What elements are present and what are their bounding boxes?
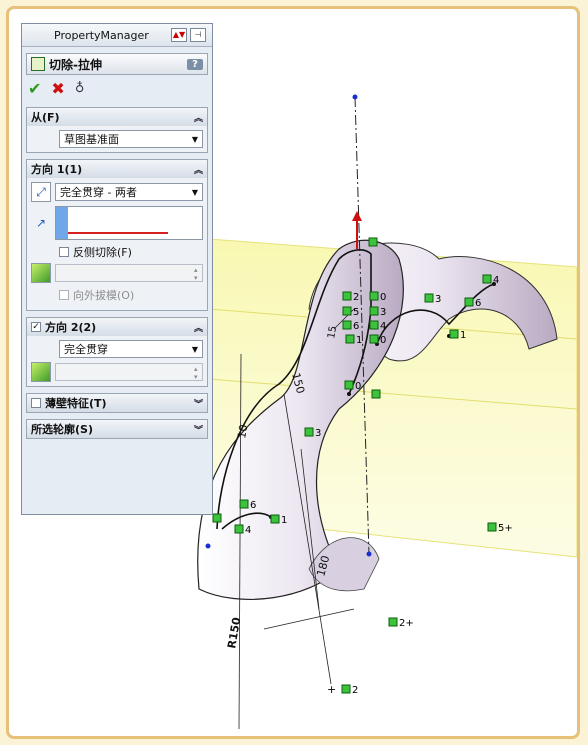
svg-text:6: 6 bbox=[475, 298, 481, 309]
direction1-end-condition-value: 完全贯穿 - 两者 bbox=[60, 186, 137, 199]
dimension-10: 10 bbox=[235, 423, 250, 439]
draft-outward-label: 向外拔模(O) bbox=[73, 289, 135, 302]
collapse-chevron-icon[interactable]: ︽ bbox=[194, 321, 203, 334]
dimension-15: 15 bbox=[326, 325, 339, 339]
svg-text:4: 4 bbox=[380, 321, 386, 332]
help-button[interactable]: ? bbox=[187, 58, 203, 70]
draft-cube-icon[interactable] bbox=[31, 362, 51, 382]
direction2-end-condition-select[interactable]: 完全贯穿 ▼ bbox=[59, 340, 203, 358]
detailed-preview-icon[interactable]: ♁ bbox=[75, 81, 85, 96]
svg-text:2+: 2+ bbox=[399, 618, 414, 629]
action-buttons: ✔ ✖ ♁ bbox=[22, 75, 212, 101]
svg-text:3: 3 bbox=[315, 428, 321, 439]
thin-feature-checkbox[interactable] bbox=[31, 398, 41, 408]
feature-name: 切除-拉伸 bbox=[49, 57, 102, 72]
svg-text:3: 3 bbox=[435, 294, 441, 305]
dimension-R150: R150 bbox=[225, 616, 243, 650]
svg-text:1: 1 bbox=[460, 330, 466, 341]
red-underline-annotation bbox=[68, 232, 168, 234]
direction2-group: ✓ 方向 2(2) ︽ 完全贯穿 ▼ bbox=[26, 317, 208, 387]
dropdown-arrow-icon: ▼ bbox=[191, 134, 198, 144]
draft-outward-option: 向外拔模(O) bbox=[59, 287, 203, 303]
direction2-group-header[interactable]: ✓ 方向 2(2) ︽ bbox=[27, 318, 207, 336]
cut-extrude-icon bbox=[31, 57, 45, 71]
expand-chevron-icon[interactable]: ︾ bbox=[194, 397, 203, 410]
expand-chevron-icon[interactable]: ︾ bbox=[194, 423, 203, 436]
svg-text:0: 0 bbox=[355, 381, 361, 392]
svg-text:5+: 5+ bbox=[498, 523, 513, 534]
panel-title: PropertyManager bbox=[54, 28, 149, 42]
flip-side-to-cut-option[interactable]: 反侧切除(F) bbox=[59, 244, 203, 260]
dropdown-arrow-icon: ▼ bbox=[191, 187, 198, 197]
from-select[interactable]: 草图基准面 ▼ bbox=[59, 130, 203, 148]
from-group: 从(F) ︽ 草图基准面 ▼ bbox=[26, 107, 208, 153]
direction1-group-header[interactable]: 方向 1(1) ︽ bbox=[27, 160, 207, 178]
flip-side-checkbox[interactable] bbox=[59, 247, 69, 257]
svg-text:1: 1 bbox=[356, 335, 362, 346]
reverse-direction-icon[interactable]: ⤢ bbox=[31, 182, 51, 202]
svg-text:4: 4 bbox=[493, 275, 499, 286]
direction2-end-condition-value: 完全贯穿 bbox=[64, 343, 108, 356]
svg-text:2: 2 bbox=[353, 292, 359, 303]
direction1-header-label: 方向 1(1) bbox=[31, 163, 83, 176]
property-manager-panel: PropertyManager ▲▼ ⊣ 切除-拉伸 ? ✔ ✖ ♁ 从(F) … bbox=[21, 23, 213, 515]
thin-feature-group-header[interactable]: 薄壁特征(T) ︾ bbox=[26, 393, 208, 413]
from-select-value: 草图基准面 bbox=[64, 133, 119, 146]
ok-check-icon[interactable]: ✔ bbox=[28, 79, 41, 98]
draft-outward-checkbox bbox=[59, 290, 69, 300]
collapse-chevron-icon[interactable]: ︽ bbox=[194, 163, 203, 176]
cancel-x-icon[interactable]: ✖ bbox=[51, 79, 64, 98]
feature-title-bar: 切除-拉伸 ? bbox=[26, 53, 208, 75]
svg-text:5: 5 bbox=[353, 307, 359, 318]
svg-text:0: 0 bbox=[380, 335, 386, 346]
flip-side-label: 反侧切除(F) bbox=[73, 246, 132, 259]
from-group-header[interactable]: 从(F) ︽ bbox=[27, 108, 207, 126]
direction2-draft-spinner bbox=[55, 363, 203, 381]
svg-text:4: 4 bbox=[245, 525, 251, 536]
pin-icon[interactable]: ⊣ bbox=[190, 28, 206, 42]
direction2-header-label: 方向 2(2) bbox=[45, 321, 97, 334]
selected-contours-label: 所选轮廓(S) bbox=[31, 423, 93, 436]
from-header-label: 从(F) bbox=[31, 111, 60, 124]
direction1-group: 方向 1(1) ︽ ⤢ 完全贯穿 - 两者 ▼ ↗ 反侧切除(F) ▴▾ 向外拔… bbox=[26, 159, 208, 311]
screenshot-frame: 10 150 180 R150 15 2 5 6 1 0 3 4 0 0 3 1… bbox=[6, 6, 580, 739]
svg-text:+: + bbox=[327, 683, 336, 696]
expand-panel-icon[interactable]: ▲▼ bbox=[171, 28, 187, 42]
svg-text:2: 2 bbox=[352, 685, 358, 696]
svg-text:3: 3 bbox=[380, 307, 386, 318]
collapse-chevron-icon[interactable]: ︽ bbox=[194, 111, 203, 124]
direction1-end-condition-select[interactable]: 完全贯穿 - 两者 ▼ bbox=[55, 183, 203, 201]
direction2-checkbox[interactable]: ✓ bbox=[31, 322, 41, 332]
property-manager-header: PropertyManager ▲▼ ⊣ bbox=[22, 24, 212, 47]
draft-angle-spinner bbox=[55, 264, 203, 282]
thin-feature-label: 薄壁特征(T) bbox=[45, 397, 107, 410]
svg-text:6: 6 bbox=[250, 500, 256, 511]
svg-text:6: 6 bbox=[353, 321, 359, 332]
svg-text:1: 1 bbox=[281, 515, 287, 526]
direction-vector-listbox[interactable] bbox=[55, 206, 203, 240]
svg-text:0: 0 bbox=[380, 292, 386, 303]
direction-vector-icon[interactable]: ↗ bbox=[31, 213, 51, 233]
draft-cube-icon[interactable] bbox=[31, 263, 51, 283]
dropdown-arrow-icon: ▼ bbox=[191, 344, 198, 354]
selected-contours-group-header[interactable]: 所选轮廓(S) ︾ bbox=[26, 419, 208, 439]
